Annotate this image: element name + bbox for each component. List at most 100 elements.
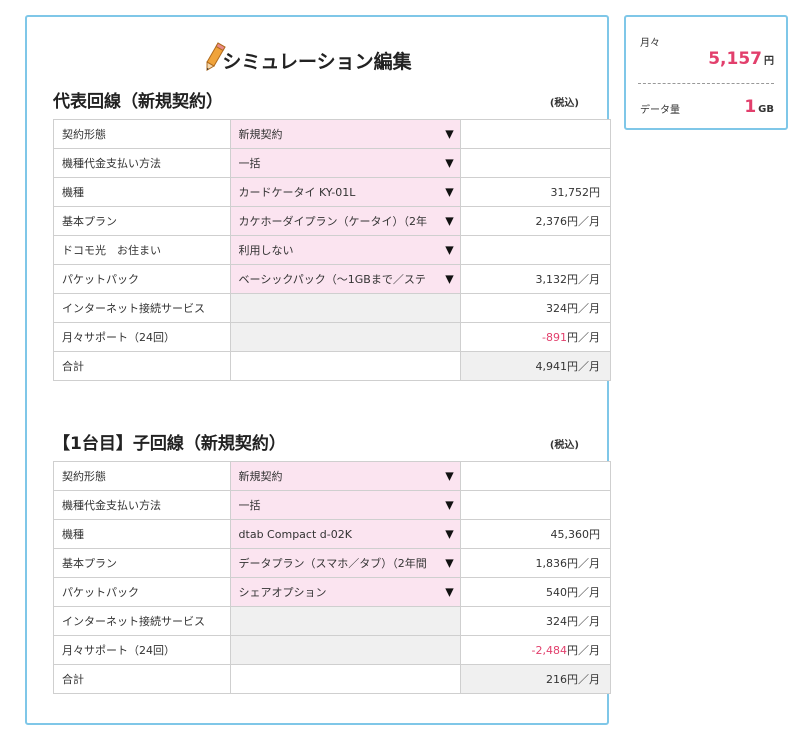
amount-value: 540 xyxy=(546,586,567,599)
select-value: カケホーダイプラン（ケータイ）（2年 xyxy=(238,215,428,228)
row-label: 機種 xyxy=(53,177,231,207)
main-line-table: 契約形態 新規契約 ▼ 機種代金支払い方法 一括 ▼ 機種 カードケータイ KY-01L ▼ 31… xyxy=(53,119,612,381)
row-label: 合計 xyxy=(53,664,231,694)
amount-unit: 円／月 xyxy=(567,673,600,686)
row-amount: -891円／月 xyxy=(459,322,612,352)
divider xyxy=(638,83,774,84)
dropdown-arrow-icon[interactable]: ▼ xyxy=(445,128,453,141)
option-select[interactable]: カケホーダイプラン（ケータイ）（2年 ▼ xyxy=(229,206,461,236)
amount-value: 45,360 xyxy=(550,528,590,541)
select-value: dtab Compact d-02K xyxy=(238,527,352,541)
monthly-unit: 円 xyxy=(764,56,774,67)
option-select[interactable]: 新規契約 ▼ xyxy=(229,119,461,149)
amount-unit: 円／月 xyxy=(567,615,600,628)
dropdown-arrow-icon[interactable]: ▼ xyxy=(445,273,453,286)
table-row: 機種代金支払い方法 一括 ▼ xyxy=(53,148,612,178)
select-value: 一括 xyxy=(238,499,261,512)
amount-value: 4,941 xyxy=(535,360,568,373)
select-value: シェアオプション xyxy=(238,586,327,599)
row-amount: 216円／月 xyxy=(459,664,612,694)
table-row: 合計 216円／月 xyxy=(53,664,612,694)
row-amount: 540円／月 xyxy=(459,577,612,607)
table-row: 機種 カードケータイ KY-01L ▼ 31,752円 xyxy=(53,177,612,207)
row-label: 合計 xyxy=(53,351,231,381)
dropdown-arrow-icon[interactable]: ▼ xyxy=(445,186,453,199)
select-value: 利用しない xyxy=(238,244,294,257)
child-line-table: 契約形態 新規契約 ▼ 機種代金支払い方法 一括 ▼ 機種 dtab Compact d-02… xyxy=(53,461,612,694)
row-amount: 3,132円／月 xyxy=(459,264,612,294)
table-row: 機種代金支払い方法 一括 ▼ xyxy=(53,490,612,520)
row-label: 契約形態 xyxy=(53,119,231,149)
table-row: 機種 dtab Compact d-02K ▼ 45,360円 xyxy=(53,519,612,549)
row-amount: 2,376円／月 xyxy=(459,206,612,236)
monthly-label: 月々 xyxy=(640,38,660,49)
empty-cell xyxy=(229,322,461,352)
table-row: 基本プラン データプラン（スマホ／タブ）（2年間 ▼ 1,836円／月 xyxy=(53,548,612,578)
row-amount: 324円／月 xyxy=(459,293,612,323)
amount-value: -891 xyxy=(542,331,567,344)
table-row: 合計 4,941円／月 xyxy=(53,351,612,381)
amount-value: 3,132 xyxy=(535,273,568,286)
row-label: 機種 xyxy=(53,519,231,549)
empty-cell xyxy=(229,606,461,636)
row-label: 基本プラン xyxy=(53,548,231,578)
amount-unit: 円 xyxy=(589,186,600,199)
dropdown-arrow-icon[interactable]: ▼ xyxy=(445,586,453,599)
row-amount: 4,941円／月 xyxy=(459,351,612,381)
row-label: インターネット接続サービス xyxy=(53,606,231,636)
amount-value: 1,836 xyxy=(535,557,568,570)
table-row: 基本プラン カケホーダイプラン（ケータイ）（2年 ▼ 2,376円／月 xyxy=(53,206,612,236)
option-select[interactable]: 一括 ▼ xyxy=(229,490,461,520)
amount-value: 324 xyxy=(546,302,567,315)
amount-value: 216 xyxy=(546,673,567,686)
dropdown-arrow-icon[interactable]: ▼ xyxy=(445,528,453,541)
table-row: インターネット接続サービス 324円／月 xyxy=(53,293,612,323)
option-select[interactable]: ベーシックパック（〜1GBまで／ステ ▼ xyxy=(229,264,461,294)
row-label: 基本プラン xyxy=(53,206,231,236)
table-row: パケットパック ベーシックパック（〜1GBまで／ステ ▼ 3,132円／月 xyxy=(53,264,612,294)
select-value: 新規契約 xyxy=(238,470,283,483)
row-amount: 1,836円／月 xyxy=(459,548,612,578)
data-amount-value: 1 GB xyxy=(744,97,774,117)
dropdown-arrow-icon[interactable]: ▼ xyxy=(445,157,453,170)
option-select[interactable]: データプラン（スマホ／タブ）（2年間 ▼ xyxy=(229,548,461,578)
row-amount: 45,360円 xyxy=(459,519,612,549)
row-amount xyxy=(459,235,612,265)
amount-unit: 円／月 xyxy=(567,644,600,657)
row-amount: 324円／月 xyxy=(459,606,612,636)
option-select[interactable]: シェアオプション ▼ xyxy=(229,577,461,607)
amount-unit: 円／月 xyxy=(567,215,600,228)
row-label: 機種代金支払い方法 xyxy=(53,148,231,178)
option-select[interactable]: 一括 ▼ xyxy=(229,148,461,178)
option-select[interactable]: dtab Compact d-02K ▼ xyxy=(229,519,461,549)
amount-value: 31,752 xyxy=(550,186,590,199)
page-title: シミュレーション編集 xyxy=(222,51,412,73)
dropdown-arrow-icon[interactable]: ▼ xyxy=(445,557,453,570)
option-select[interactable]: 新規契約 ▼ xyxy=(229,461,461,491)
table-row: 月々サポート（24回） -2,484円／月 xyxy=(53,635,612,665)
option-select[interactable]: 利用しない ▼ xyxy=(229,235,461,265)
section-title-main: 代表回線（新規契約） xyxy=(53,92,223,112)
table-row: 月々サポート（24回） -891円／月 xyxy=(53,322,612,352)
row-label: ドコモ光 お住まい xyxy=(53,235,231,265)
row-amount xyxy=(459,490,612,520)
simulation-panel: シミュレーション編集 代表回線（新規契約） (税込) 契約形態 新規契約 ▼ 機種代金… xyxy=(25,15,612,725)
amount-value: -2,484 xyxy=(531,644,567,657)
dropdown-arrow-icon[interactable]: ▼ xyxy=(445,244,453,257)
select-value: ベーシックパック（〜1GBまで／ステ xyxy=(238,273,426,286)
dropdown-arrow-icon[interactable]: ▼ xyxy=(445,470,453,483)
table-row: 契約形態 新規契約 ▼ xyxy=(53,119,612,149)
empty-cell xyxy=(229,635,461,665)
amount-unit: 円／月 xyxy=(567,273,600,286)
amount-unit: 円／月 xyxy=(567,586,600,599)
amount-unit: 円／月 xyxy=(567,302,600,315)
dropdown-arrow-icon[interactable]: ▼ xyxy=(445,499,453,512)
table-row: パケットパック シェアオプション ▼ 540円／月 xyxy=(53,577,612,607)
row-label: パケットパック xyxy=(53,264,231,294)
monthly-value: 5,157 円 xyxy=(708,49,774,69)
empty-cell xyxy=(229,664,461,694)
select-value: データプラン（スマホ／タブ）（2年間 xyxy=(238,557,427,570)
row-amount xyxy=(459,119,612,149)
dropdown-arrow-icon[interactable]: ▼ xyxy=(445,215,453,228)
option-select[interactable]: カードケータイ KY-01L ▼ xyxy=(229,177,461,207)
